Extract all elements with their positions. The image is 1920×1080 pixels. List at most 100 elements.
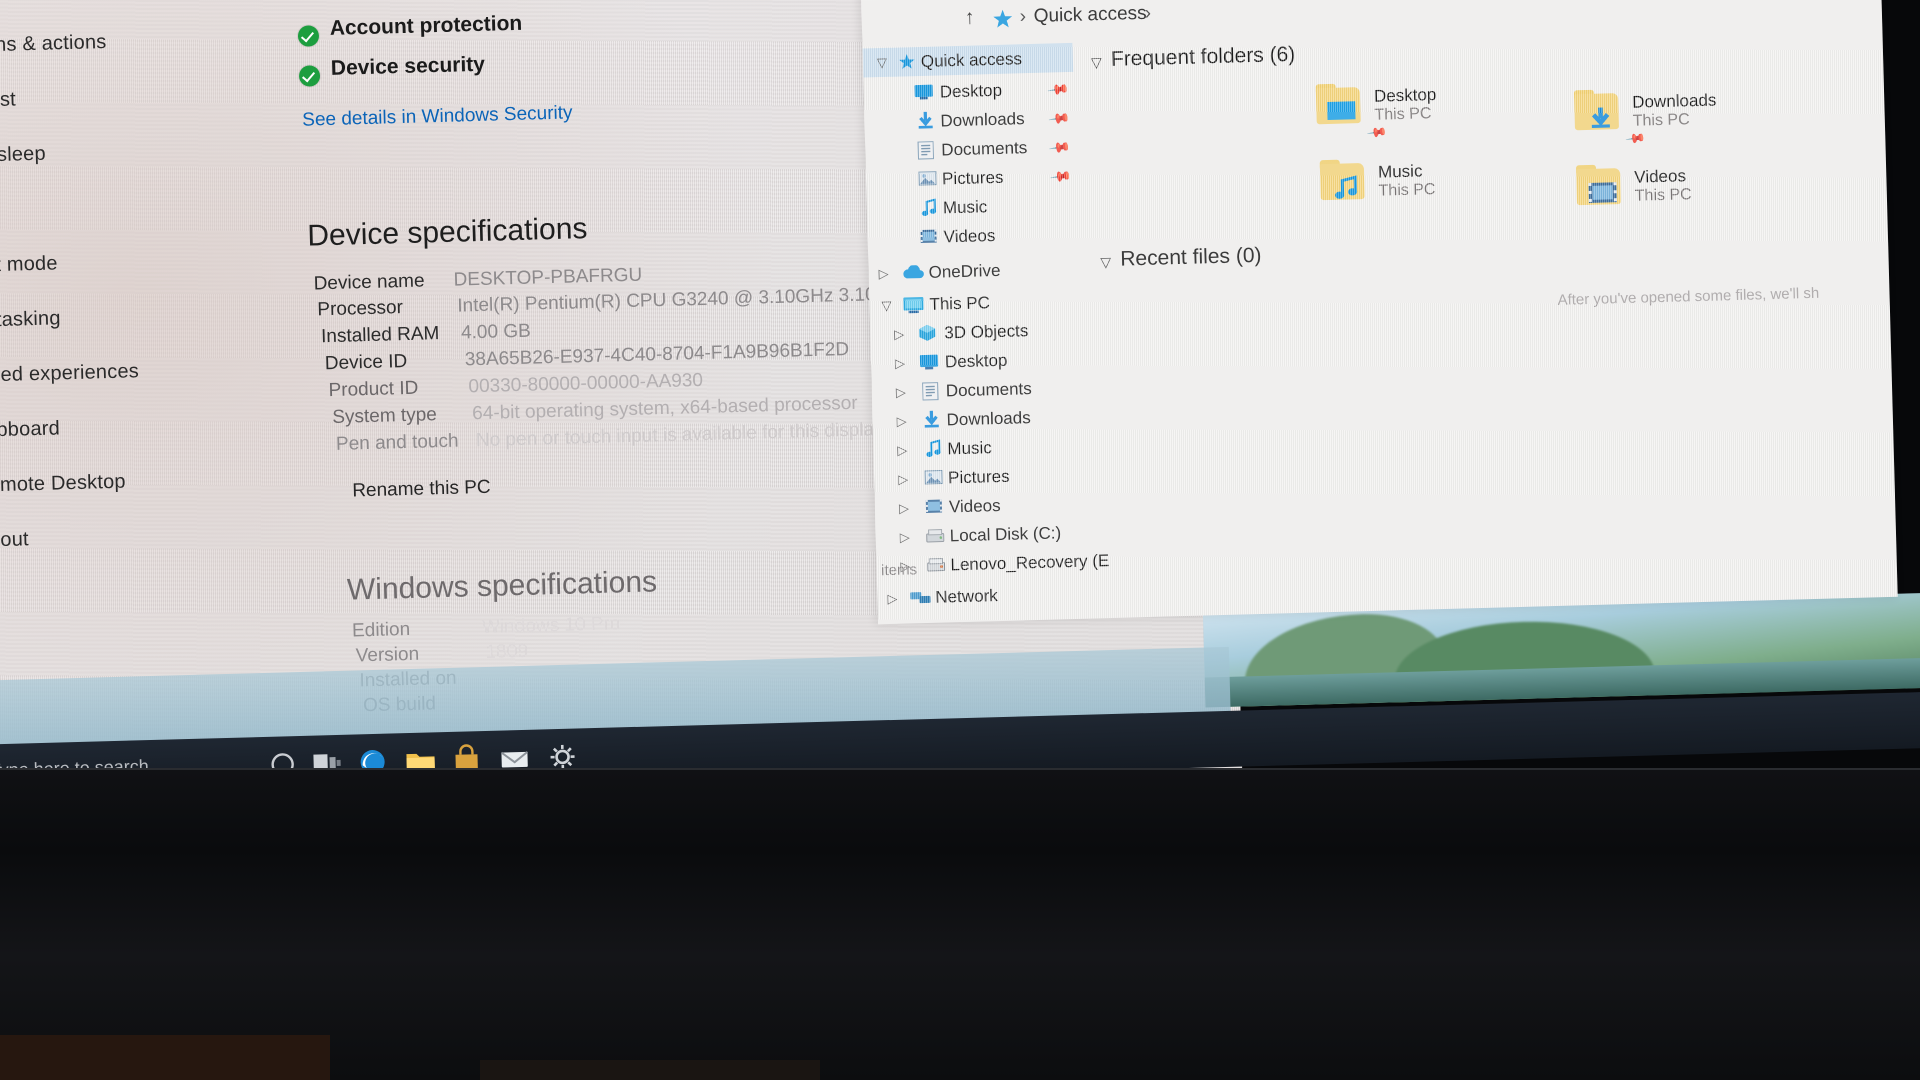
tree-item-onedrive[interactable]: ▷ OneDrive [868,254,1079,289]
videos-icon [925,499,943,513]
folder-icon-desktop [1315,83,1363,126]
videos-icon [1588,182,1617,203]
sidebar-item-power-sleep[interactable]: r & sleep [0,121,258,184]
recent-files-heading: Recent files (0) [1119,243,1262,271]
spec-key-edition: Edition [351,618,411,642]
pictures-icon [924,470,943,485]
tree-label-documents-qa: Documents [941,138,1028,160]
desktop-icon [1327,101,1356,120]
chevron-down-icon-quick-access[interactable]: ▽ [877,48,888,77]
tree-label-videos-qa: Videos [943,226,996,247]
chevron-right-icon-3d-objects[interactable]: ▷ [894,320,905,349]
frequent-folder-location-music: This PC [1378,181,1436,200]
chevron-right-icon-local-disk[interactable]: ▷ [899,522,910,551]
frequent-folder-location-desktop: This PC [1374,105,1432,124]
downloads-icon [924,410,939,428]
chevron-right-icon-pictures-pc[interactable]: ▷ [898,464,909,493]
frequent-folder-name-music: Music [1377,161,1423,182]
pin-icon-downloads[interactable]: 📌 [1044,102,1075,136]
tree-label-music-pc: Music [947,438,993,459]
up-arrow-icon[interactable]: ↑ [964,6,975,29]
tree-label-3d-objects: 3D Objects [943,321,1029,343]
documents-icon [917,141,935,160]
device-security-row[interactable]: Device security [331,53,486,81]
spec-value-version: 1809 [485,640,529,663]
file-explorer-window: File Home Share View ↑ › Quick access › … [859,0,1898,625]
spec-key-installed-ram: Installed RAM [320,323,440,348]
chevron-down-icon-this-pc[interactable]: ▽ [881,291,892,320]
spec-key-device-id: Device ID [324,350,408,375]
folder-icon-downloads [1573,89,1621,132]
tree-label-lenovo-recovery: Lenovo_Recovery (E [950,551,1110,575]
breadcrumb-separator-2: › [1144,2,1152,24]
sidebar-item-focus-assist[interactable]: assist [0,66,256,129]
sidebar-item-notifications-actions[interactable]: ations & actions [0,11,255,74]
spec-key-system-type: System type [332,404,438,429]
tree-item-network[interactable]: ▷ Network [877,579,1088,614]
network-icon [910,592,931,604]
tree-label-videos-pc: Videos [948,495,1001,517]
documents-icon [922,382,939,401]
sidebar-item-multitasking[interactable]: ultitasking [0,286,262,349]
tree-label-local-disk-c: Local Disk (C:) [949,523,1062,546]
pin-icon-documents[interactable]: 📌 [1044,131,1075,165]
tree-label-downloads-qa: Downloads [940,109,1025,131]
chevron-down-icon-recent-files[interactable]: ▽ [1100,254,1111,271]
chevron-right-icon-music-pc[interactable]: ▷ [897,435,908,464]
downloads-icon [918,111,933,129]
settings-sidebar: ations & actions assist r & sleep age bl… [0,11,268,569]
frequent-folder-location-downloads: This PC [1632,111,1690,130]
chevron-right-icon-network[interactable]: ▷ [887,584,898,613]
breadcrumb-quick-access[interactable]: Quick access [1033,3,1147,28]
breadcrumb-separator-1: › [1019,6,1027,28]
sidebar-item-remote-desktop[interactable]: Remote Desktop [0,451,267,514]
tree-label-desktop-qa: Desktop [939,80,1003,102]
spec-key-pen-and-touch: Pen and touch [335,430,459,455]
downloads-icon [1591,107,1610,129]
pin-icon [899,54,915,69]
spec-value-installed-ram: 4.00 GB [460,320,532,344]
tree-label-quick-access: Quick access [920,49,1023,71]
chevron-right-icon-downloads-pc[interactable]: ▷ [896,406,907,435]
pin-icon-desktop[interactable]: 📌 [1043,73,1074,107]
frequent-folders-heading: Frequent folders (6) [1110,42,1296,71]
desk-surface-left [0,1035,330,1080]
sidebar-item-storage[interactable]: age [0,176,259,239]
tree-label-pictures-qa: Pictures [941,167,1004,189]
rename-this-pc-button[interactable]: Rename this PC [352,477,491,503]
desk-surface-center [480,1060,820,1080]
chevron-right-icon-desktop-pc[interactable]: ▷ [895,349,906,378]
frequent-folder-name-videos: Videos [1634,166,1687,187]
frequent-folder-name-desktop: Desktop [1373,85,1437,106]
quick-access-pin-icon [993,9,1013,28]
tree-item-quick-access[interactable]: ▽ Quick access [862,42,1074,78]
chevron-right-icon-videos-pc[interactable]: ▷ [899,493,910,522]
chevron-down-icon-frequent-folders[interactable]: ▽ [1091,54,1102,71]
explorer-navigation-pane: ▽ Quick access Desktop 📌 Downloads 📌 Doc… [862,42,1109,609]
spec-key-processor: Processor [317,297,404,321]
music-icon [921,198,937,217]
spec-key-version: Version [355,643,420,667]
tree-label-network: Network [935,586,998,607]
sidebar-item-clipboard[interactable]: Clipboard [0,396,265,459]
monitor-screen: Account protection Device security See d… [0,0,1920,891]
tree-label-documents-pc: Documents [945,379,1033,401]
folder-icon-music [1319,159,1367,202]
drive-icon [926,529,945,543]
sidebar-item-tablet-mode[interactable]: blet mode [0,231,261,294]
thispc-icon [903,297,924,314]
explorer-content-pane: ▽ Frequent folders (6) Desktop This PC 📌 [868,21,1897,602]
sidebar-item-shared-experiences[interactable]: hared experiences [0,341,264,404]
spec-key-product-id: Product ID [328,377,419,402]
pictures-icon [918,171,937,186]
pin-icon-frequent-desktop[interactable]: 📌 [1366,121,1388,143]
frequent-folder-name-downloads: Downloads [1631,90,1717,112]
pin-icon-pictures[interactable]: 📌 [1045,160,1076,194]
tree-item-videos-qa[interactable]: Videos [867,219,1078,254]
sidebar-item-about[interactable]: About [0,506,268,569]
pin-icon-frequent-downloads[interactable]: 📌 [1624,127,1647,149]
chevron-right-icon-onedrive[interactable]: ▷ [878,259,889,288]
tree-label-onedrive: OneDrive [928,260,1001,282]
3dobjects-icon [919,324,936,341]
chevron-right-icon-documents-pc[interactable]: ▷ [895,377,906,406]
